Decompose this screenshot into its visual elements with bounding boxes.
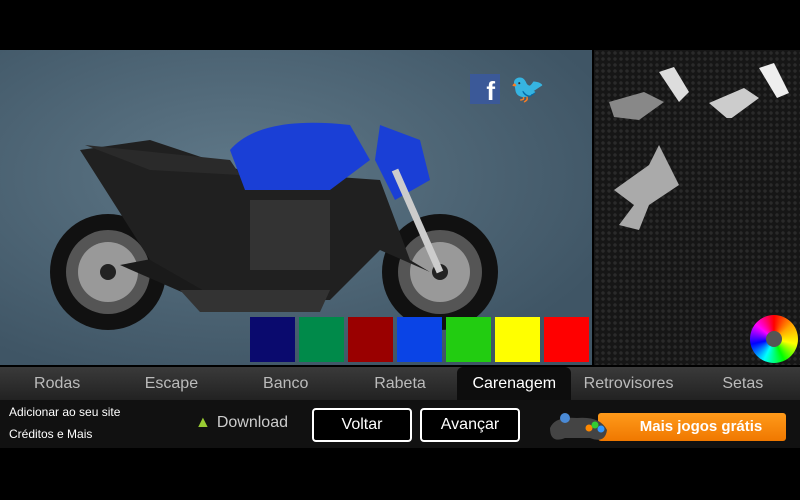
download-button[interactable]: ▲ Download	[195, 414, 288, 432]
color-swatch[interactable]	[348, 317, 393, 362]
color-swatch[interactable]	[299, 317, 344, 362]
tab-retrovisores[interactable]: Retrovisores	[571, 367, 685, 400]
category-tabs: Rodas Escape Banco Rabeta Carenagem Retroviso…	[0, 367, 800, 400]
credits-link[interactable]: Créditos e Mais	[9, 427, 92, 441]
footer-bar: Adicionar ao seu site Créditos e Mais ▲ D…	[0, 400, 800, 448]
tab-escape[interactable]: Escape	[114, 367, 228, 400]
motorcycle-scene: f 🐦	[0, 50, 736, 365]
color-swatch[interactable]	[250, 317, 295, 362]
tab-carenagem[interactable]: Carenagem	[457, 367, 572, 400]
color-swatch[interactable]	[544, 317, 589, 362]
tab-setas[interactable]: Setas	[686, 367, 800, 400]
color-swatch[interactable]	[397, 317, 442, 362]
facebook-share-button[interactable]: f	[470, 74, 500, 106]
fairing-option-1[interactable]	[604, 62, 689, 122]
back-button[interactable]: Voltar	[312, 408, 412, 442]
game-stage: f 🐦	[0, 50, 800, 365]
color-swatch[interactable]	[495, 317, 540, 362]
fairing-option-2[interactable]	[699, 58, 789, 118]
gamepad-icon	[550, 413, 607, 440]
twitter-share-button[interactable]: 🐦	[510, 74, 546, 104]
fairing-option-3[interactable]	[609, 145, 684, 235]
tab-rodas[interactable]: Rodas	[0, 367, 114, 400]
more-games-button[interactable]: Mais jogos grátis	[598, 413, 786, 441]
download-label: Download	[216, 414, 288, 431]
color-wheel-picker[interactable]	[750, 315, 798, 363]
android-icon: ▲	[195, 414, 211, 431]
tab-banco[interactable]: Banco	[229, 367, 343, 400]
color-swatch[interactable]	[446, 317, 491, 362]
next-button[interactable]: Avançar	[420, 408, 520, 442]
add-to-site-link[interactable]: Adicionar ao seu site	[9, 405, 120, 419]
fairing-options-panel	[592, 50, 800, 365]
tab-rabeta[interactable]: Rabeta	[343, 367, 457, 400]
